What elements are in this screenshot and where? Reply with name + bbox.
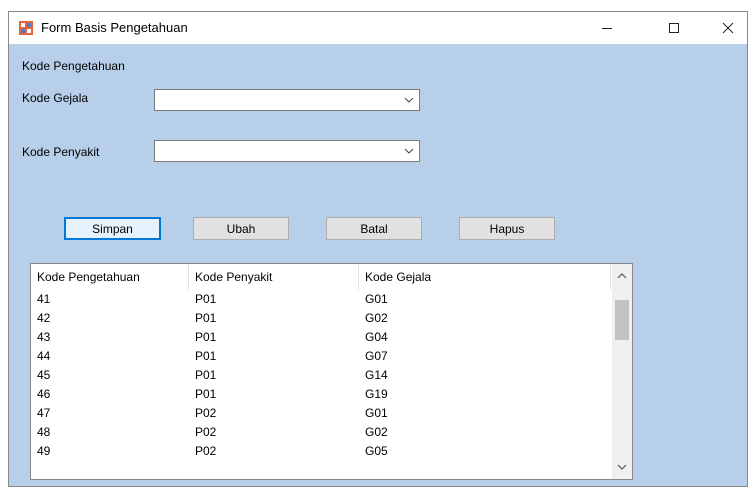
cell-kode-penyakit: P01 (195, 349, 217, 363)
ubah-button[interactable]: Ubah (193, 217, 289, 240)
cell-kode-penyakit: P01 (195, 330, 217, 344)
cell-kode-pengetahuan: 45 (37, 368, 51, 382)
table-row[interactable]: 45 P01 G14 (31, 366, 611, 385)
cell-kode-gejala: G01 (365, 292, 388, 306)
table-body: 41 P01 G01 42 P01 G02 43 P01 G04 44 P01 G07 45 P0… (31, 290, 611, 461)
cell-kode-penyakit: P01 (195, 292, 217, 306)
maximize-icon (669, 23, 679, 33)
hapus-button[interactable]: Hapus (459, 217, 555, 240)
window-title: Form Basis Pengetahuan (41, 20, 188, 35)
cell-kode-gejala: G04 (365, 330, 388, 344)
cell-kode-penyakit: P02 (195, 444, 217, 458)
table-row[interactable]: 46 P01 G19 (31, 385, 611, 404)
cell-kode-pengetahuan: 44 (37, 349, 51, 363)
cell-kode-pengetahuan: 42 (37, 311, 51, 325)
cell-kode-gejala: G01 (365, 406, 388, 420)
chevron-down-icon[interactable] (616, 461, 628, 473)
form-app-icon (19, 21, 33, 35)
cell-kode-penyakit: P01 (195, 368, 217, 382)
cell-kode-pengetahuan: 47 (37, 406, 51, 420)
cell-kode-pengetahuan: 43 (37, 330, 51, 344)
cell-kode-penyakit: P02 (195, 406, 217, 420)
cell-kode-gejala: G07 (365, 349, 388, 363)
close-button[interactable] (705, 12, 751, 44)
cell-kode-gejala: G14 (365, 368, 388, 382)
table-row[interactable]: 41 P01 G01 (31, 290, 611, 309)
vertical-scrollbar[interactable] (612, 264, 632, 479)
cell-kode-pengetahuan: 41 (37, 292, 51, 306)
simpan-button[interactable]: Simpan (64, 217, 161, 240)
chevron-down-icon (404, 97, 414, 103)
table-row[interactable]: 42 P01 G02 (31, 309, 611, 328)
minimize-icon (602, 28, 612, 29)
column-header-kode-pengetahuan[interactable]: Kode Pengetahuan (31, 264, 189, 290)
table-row[interactable]: 44 P01 G07 (31, 347, 611, 366)
cell-kode-penyakit: P02 (195, 425, 217, 439)
cell-kode-gejala: G02 (365, 311, 388, 325)
title-bar[interactable]: Form Basis Pengetahuan (9, 12, 747, 44)
close-icon (722, 22, 734, 34)
cell-kode-pengetahuan: 49 (37, 444, 51, 458)
table-row[interactable]: 49 P02 G05 (31, 442, 611, 461)
batal-button[interactable]: Batal (326, 217, 422, 240)
cell-kode-gejala: G19 (365, 387, 388, 401)
minimize-button[interactable] (584, 12, 630, 44)
pengetahuan-table[interactable]: Kode Pengetahuan Kode Penyakit Kode Geja… (30, 263, 633, 480)
kode-penyakit-dropdown[interactable] (154, 140, 420, 162)
table-row[interactable]: 47 P02 G01 (31, 404, 611, 423)
column-header-kode-gejala[interactable]: Kode Gejala (359, 264, 611, 290)
column-header-kode-penyakit[interactable]: Kode Penyakit (189, 264, 359, 290)
form-window: Form Basis Pengetahuan Kode Pengetahuan … (8, 11, 748, 487)
kode-gejala-dropdown[interactable] (154, 89, 420, 111)
table-header: Kode Pengetahuan Kode Penyakit Kode Geja… (31, 264, 611, 290)
kode-pengetahuan-label: Kode Pengetahuan (22, 59, 125, 73)
cell-kode-penyakit: P01 (195, 311, 217, 325)
chevron-up-icon[interactable] (616, 270, 628, 282)
table-row[interactable]: 48 P02 G02 (31, 423, 611, 442)
table-row[interactable]: 43 P01 G04 (31, 328, 611, 347)
cell-kode-gejala: G02 (365, 425, 388, 439)
scrollbar-thumb[interactable] (615, 300, 629, 340)
kode-gejala-label: Kode Gejala (22, 91, 89, 105)
cell-kode-pengetahuan: 46 (37, 387, 51, 401)
chevron-down-icon (404, 148, 414, 154)
cell-kode-pengetahuan: 48 (37, 425, 51, 439)
maximize-button[interactable] (651, 12, 697, 44)
cell-kode-gejala: G05 (365, 444, 388, 458)
kode-penyakit-label: Kode Penyakit (22, 145, 100, 159)
cell-kode-penyakit: P01 (195, 387, 217, 401)
